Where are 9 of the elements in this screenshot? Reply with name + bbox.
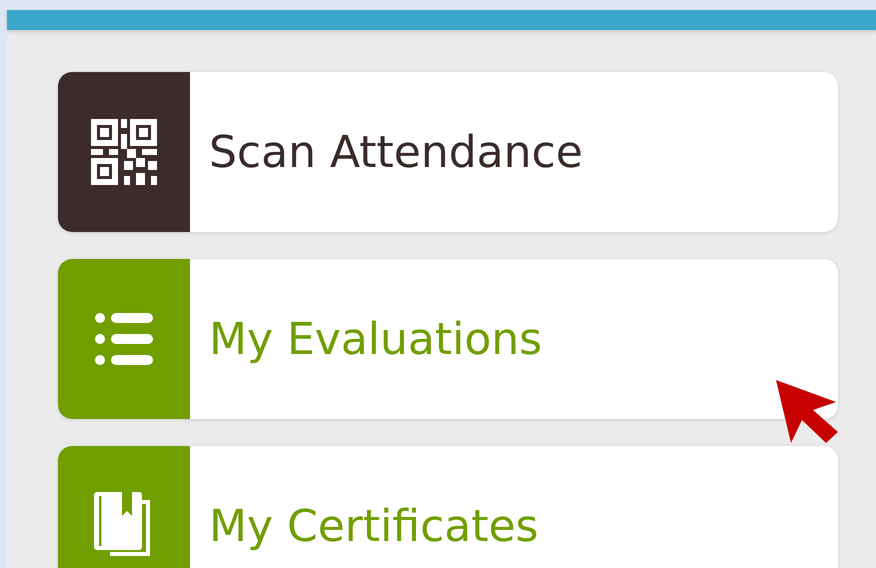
menu-label: Scan Attendance [209, 126, 583, 178]
menu-card[interactable]: My Evaluations [58, 259, 838, 419]
qr-code-icon [88, 116, 160, 188]
menu-label: My Certificates [209, 500, 538, 552]
menu-card[interactable]: My Certificates [58, 446, 838, 568]
list-icon [95, 313, 153, 365]
pointer-arrow-icon [776, 380, 838, 444]
menu-card[interactable]: Scan Attendance [58, 72, 838, 232]
menu-label: My Evaluations [209, 314, 542, 364]
